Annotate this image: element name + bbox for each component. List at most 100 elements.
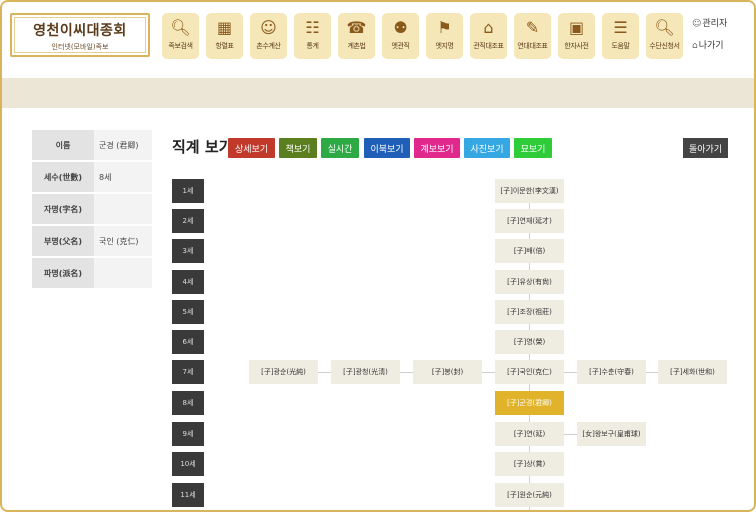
- info-row-branch: 파명(派名): [32, 258, 152, 290]
- admin-label: 관리자: [702, 19, 728, 29]
- info-label: 자명(字名): [32, 194, 94, 224]
- tree-node[interactable]: [子]국인(克仁): [495, 360, 564, 384]
- info-value: 국인 (克仁): [94, 226, 152, 256]
- phone-icon: ☎: [346, 18, 367, 37]
- info-row-courtesy-name: 자명(字名): [32, 194, 152, 226]
- tree-node[interactable]: [子]유상(有尙): [495, 270, 564, 294]
- lineage-view-button[interactable]: 계보보기: [414, 138, 460, 158]
- ebook-view-button[interactable]: 이북보기: [364, 138, 410, 158]
- group-icon: ⚉: [393, 18, 408, 37]
- menu-application[interactable]: 🔍︎ 수단신청서: [646, 13, 683, 59]
- menu-label: 관직대조표: [473, 42, 504, 50]
- menu-gwanjik-table[interactable]: ⌂ 관직대조표: [470, 13, 507, 59]
- book-view-button[interactable]: 책보기: [279, 138, 317, 158]
- logo-title: 영천이씨대종회: [33, 23, 127, 39]
- menu-hangnyeol[interactable]: ▦ 항렬표: [206, 13, 243, 59]
- building-icon: ⌂: [483, 18, 494, 37]
- generation-label: 3세: [172, 239, 204, 263]
- menu-label: 수단신청서: [649, 42, 680, 50]
- generation-label: 10세: [172, 452, 204, 476]
- menu-label: 촌수계산: [256, 42, 281, 50]
- generation-label: 6세: [172, 330, 204, 354]
- people-icon: ☺: [260, 18, 277, 37]
- daughter-node[interactable]: [女]왕보구(皇甫球): [577, 422, 646, 446]
- search-icon: 🔍︎: [654, 18, 675, 37]
- tree-node-current[interactable]: [子]군경(君卿): [495, 391, 564, 415]
- menu-label: 통계: [306, 42, 319, 50]
- sibling-node[interactable]: [子]광청(光淸): [331, 360, 400, 384]
- search-icon: 🔍︎: [170, 18, 191, 37]
- menu-search[interactable]: 🔍︎ 족보검색: [162, 13, 199, 59]
- tree-node[interactable]: [子]조장(祖莊): [495, 300, 564, 324]
- info-label: 세수(世數): [32, 162, 94, 192]
- tree-node[interactable]: [子]연(延): [495, 422, 564, 446]
- header: 영천이씨대종회 인터넷(모바일)족보 🔍︎ 족보검색 ▦ 항렬표 ☺ 촌수계산 ☷ 통계…: [2, 2, 754, 78]
- logo[interactable]: 영천이씨대종회 인터넷(모바일)족보: [10, 13, 150, 57]
- info-label: 부명(父名): [32, 226, 94, 256]
- menu-dictionary[interactable]: ▣ 한자사전: [558, 13, 595, 59]
- generation-label: 9세: [172, 422, 204, 446]
- tree-node[interactable]: [子]배(倍): [495, 239, 564, 263]
- menu-gyechon[interactable]: ☎ 계촌법: [338, 13, 375, 59]
- generation-label: 5세: [172, 300, 204, 324]
- sibling-node[interactable]: [子]수춘(守春): [577, 360, 646, 384]
- tree-node[interactable]: [子]상(賞): [495, 452, 564, 476]
- menu-label: 계촌법: [347, 42, 366, 50]
- detail-view-button[interactable]: 상세보기: [228, 138, 275, 158]
- sibling-node[interactable]: [子]광순(光純): [249, 360, 318, 384]
- menu-label: 족보검색: [168, 42, 193, 50]
- sibling-node[interactable]: [子]봉(封): [413, 360, 482, 384]
- info-value: [94, 258, 152, 288]
- logo-subtitle: 인터넷(모바일)족보: [51, 43, 109, 51]
- menu-help[interactable]: ☰ 도움말: [602, 13, 639, 59]
- info-label: 이름: [32, 130, 94, 160]
- header-band: [2, 78, 754, 108]
- map-icon: ⚑: [437, 18, 452, 37]
- grave-view-button[interactable]: 묘보기: [514, 138, 552, 158]
- logout-link[interactable]: ⌂나가기: [692, 38, 742, 51]
- chart-icon: ☷: [305, 18, 320, 37]
- info-value: 군경 (君卿): [94, 130, 152, 160]
- tree-node[interactable]: [子]연재(延才): [495, 209, 564, 233]
- info-value: 8세: [94, 162, 152, 192]
- menu-label: 엣관직: [391, 42, 410, 50]
- info-row-father: 부명(父名) 국인 (克仁): [32, 226, 152, 258]
- info-row-generation: 세수(世數) 8세: [32, 162, 152, 194]
- menu-jimyeong[interactable]: ⚑ 엣지명: [426, 13, 463, 59]
- menu-label: 도움말: [611, 42, 630, 50]
- info-label: 파명(派名): [32, 258, 94, 288]
- tree-node[interactable]: [子]원순(元純): [495, 483, 564, 507]
- generation-label: 2세: [172, 209, 204, 233]
- brush-icon: ✎: [525, 18, 540, 37]
- grid-icon: ▦: [216, 18, 233, 37]
- generation-label: 11세: [172, 483, 204, 507]
- tree-node[interactable]: [子]이문한(李文漢): [495, 179, 564, 203]
- generation-label: 4세: [172, 270, 204, 294]
- realtime-button[interactable]: 실시간: [321, 138, 359, 158]
- admin-link[interactable]: ☺관리자: [692, 16, 742, 29]
- dictionary-icon: ▣: [568, 18, 585, 37]
- menu-label: 항렬표: [215, 42, 234, 50]
- user-icon: ☺: [692, 19, 702, 29]
- generation-label: 7세: [172, 360, 204, 384]
- sibling-node[interactable]: [子]세화(世和): [658, 360, 727, 384]
- book-icon: ☰: [613, 18, 628, 37]
- info-value: [94, 194, 152, 224]
- tree-node[interactable]: [子]영(榮): [495, 330, 564, 354]
- lock-icon: ⌂: [692, 41, 698, 51]
- generation-label: 8세: [172, 391, 204, 415]
- menu-yeondae[interactable]: ✎ 연대대조표: [514, 13, 551, 59]
- menu-label: 연대대조표: [517, 42, 548, 50]
- page-frame: 영천이씨대종회 인터넷(모바일)족보 🔍︎ 족보검색 ▦ 항렬표 ☺ 촌수계산 ☷ 통계…: [0, 0, 756, 512]
- generation-label: 1세: [172, 179, 204, 203]
- info-row-name: 이름 군경 (君卿): [32, 130, 152, 162]
- user-links: ☺관리자 ⌂나가기: [692, 16, 742, 60]
- menu-stats[interactable]: ☷ 통계: [294, 13, 331, 59]
- photo-view-button[interactable]: 사진보기: [464, 138, 510, 158]
- menu-gwanjik[interactable]: ⚉ 엣관직: [382, 13, 419, 59]
- person-info-table: 이름 군경 (君卿) 세수(世數) 8세 자명(字名) 부명(父名) 국인 (克仁) …: [32, 130, 152, 290]
- menu-label: 엣지명: [435, 42, 454, 50]
- menu-label: 한자사전: [564, 42, 589, 50]
- back-button[interactable]: 돌아가기: [683, 138, 728, 158]
- menu-chonsu[interactable]: ☺ 촌수계산: [250, 13, 287, 59]
